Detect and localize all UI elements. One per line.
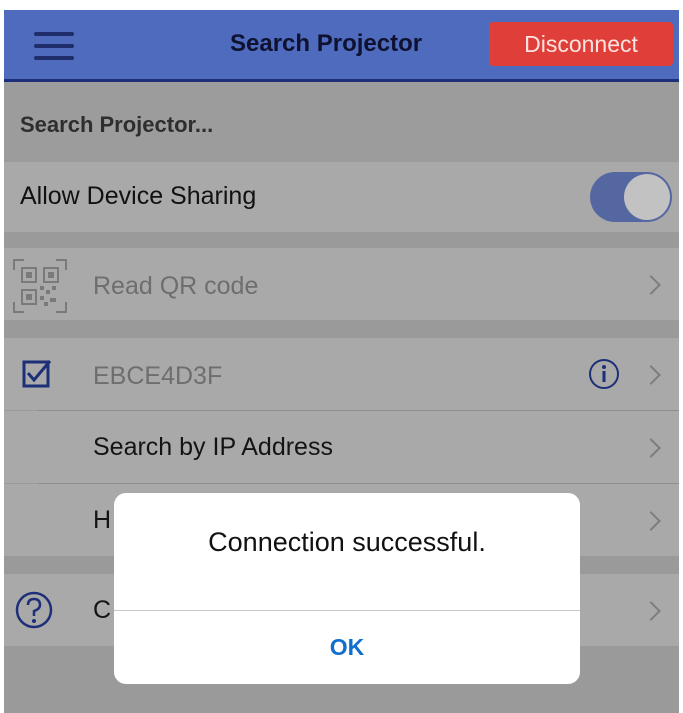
chevron-right-icon [641, 601, 661, 621]
help-circle-icon [15, 591, 53, 629]
allow-device-sharing-row: Allow Device Sharing [4, 162, 679, 232]
chevron-right-icon [641, 275, 661, 295]
chevron-right-icon [641, 365, 661, 385]
search-by-ip-row[interactable]: Search by IP Address [4, 411, 679, 483]
device-sharing-toggle[interactable] [590, 172, 672, 222]
page-title: Search Projector [230, 30, 423, 57]
toggle-knob [624, 174, 670, 220]
qr-code-icon [13, 259, 67, 313]
hamburger-menu-icon[interactable] [34, 32, 74, 60]
connection-dialog: Connection successful. OK [114, 493, 580, 684]
section-header: Search Projector... [4, 82, 679, 162]
info-icon[interactable] [588, 358, 620, 390]
search-by-ip-label: Search by IP Address [93, 433, 333, 461]
dialog-message: Connection successful. [208, 527, 486, 557]
help-row-label: C [93, 596, 112, 624]
section-header-label: Search Projector... [20, 112, 214, 137]
disconnect-button[interactable]: Disconnect [489, 22, 673, 66]
top-bar: Search Projector Disconnect [4, 10, 679, 82]
projector-row[interactable]: EBCE4D3F [4, 338, 679, 410]
chevron-right-icon [641, 438, 661, 458]
partial-row-label: H [93, 506, 112, 534]
read-qr-code-row[interactable]: Read QR code [4, 248, 679, 320]
checkbox-checked-icon [22, 360, 52, 388]
projector-name: EBCE4D3F [93, 362, 223, 390]
read-qr-code-label: Read QR code [93, 272, 259, 300]
allow-device-sharing-label: Allow Device Sharing [20, 182, 257, 210]
ok-button[interactable]: OK [114, 611, 580, 684]
chevron-right-icon [641, 511, 661, 531]
